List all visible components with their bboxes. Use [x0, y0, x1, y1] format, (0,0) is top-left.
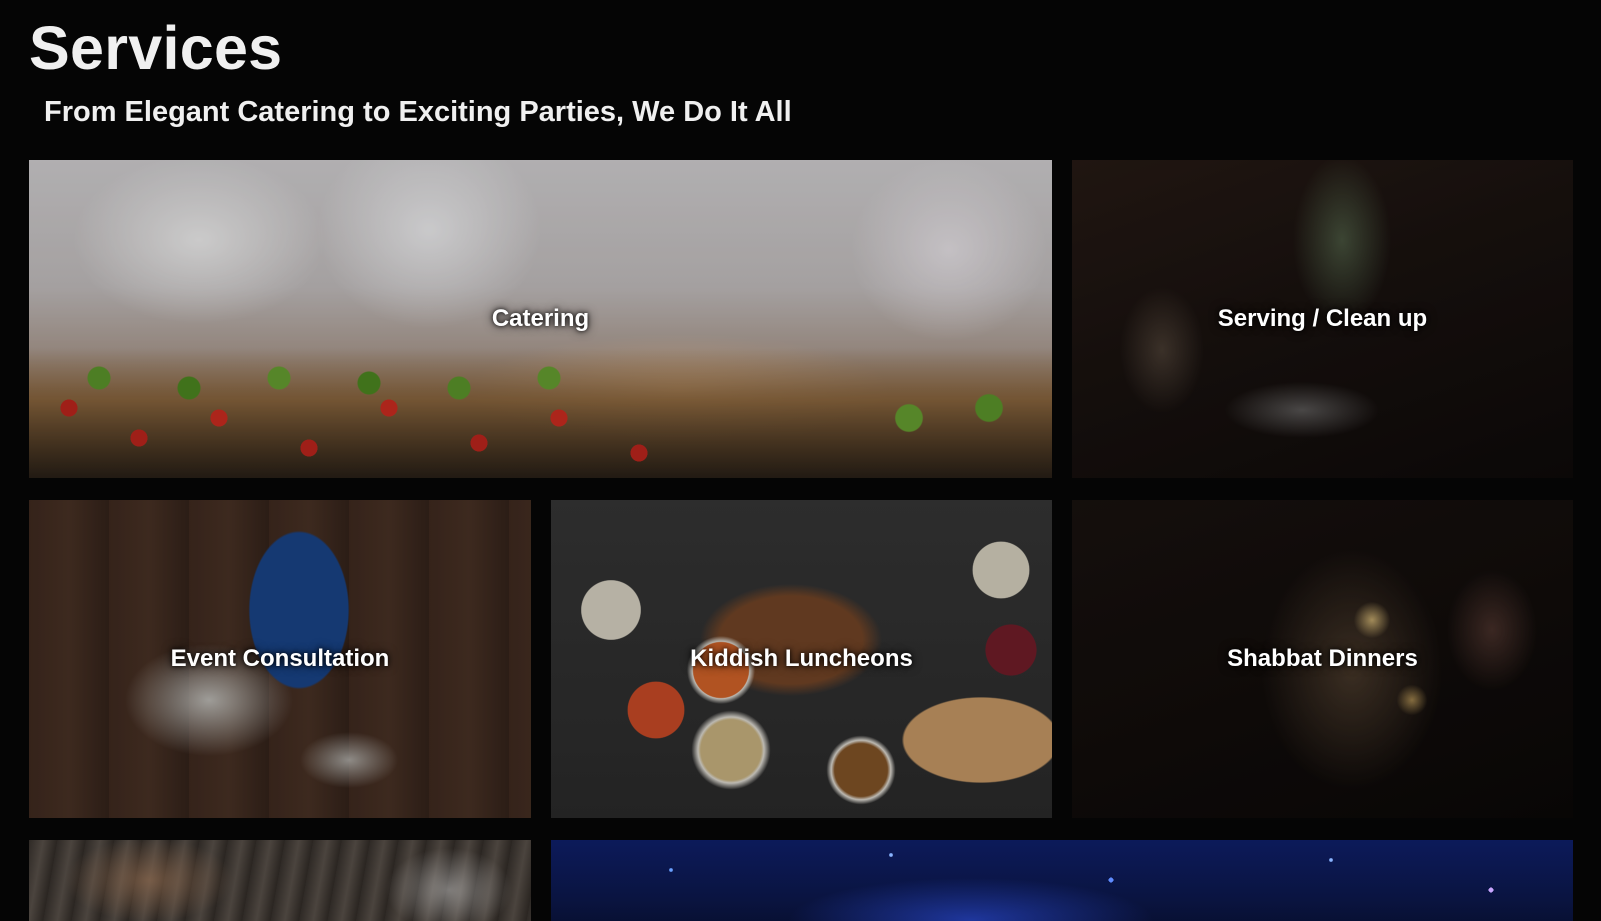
service-tile-serving-clean-up[interactable]: Serving / Clean up: [1072, 160, 1573, 478]
service-tile-label: Catering: [491, 305, 590, 332]
service-tile-label: Event Consultation: [170, 645, 390, 672]
service-tile-label: Kiddish Luncheons: [690, 645, 913, 672]
page-subtitle: From Elegant Catering to Exciting Partie…: [44, 96, 792, 128]
partial-photo-right: [551, 840, 1573, 921]
service-tile-partial-right[interactable]: [551, 840, 1573, 921]
page-title: Services: [29, 14, 283, 82]
service-tile-shabbat-dinners[interactable]: Shabbat Dinners: [1072, 500, 1573, 818]
service-tile-catering[interactable]: Catering: [29, 160, 1052, 478]
service-tile-label: Serving / Clean up: [1217, 305, 1428, 332]
service-tile-label: Shabbat Dinners: [1227, 645, 1418, 672]
service-tile-partial-left[interactable]: [29, 840, 531, 921]
partial-photo-left: [29, 840, 531, 921]
service-tile-kiddish-luncheons[interactable]: Kiddish Luncheons: [551, 500, 1052, 818]
service-tile-event-consultation[interactable]: Event Consultation: [29, 500, 531, 818]
